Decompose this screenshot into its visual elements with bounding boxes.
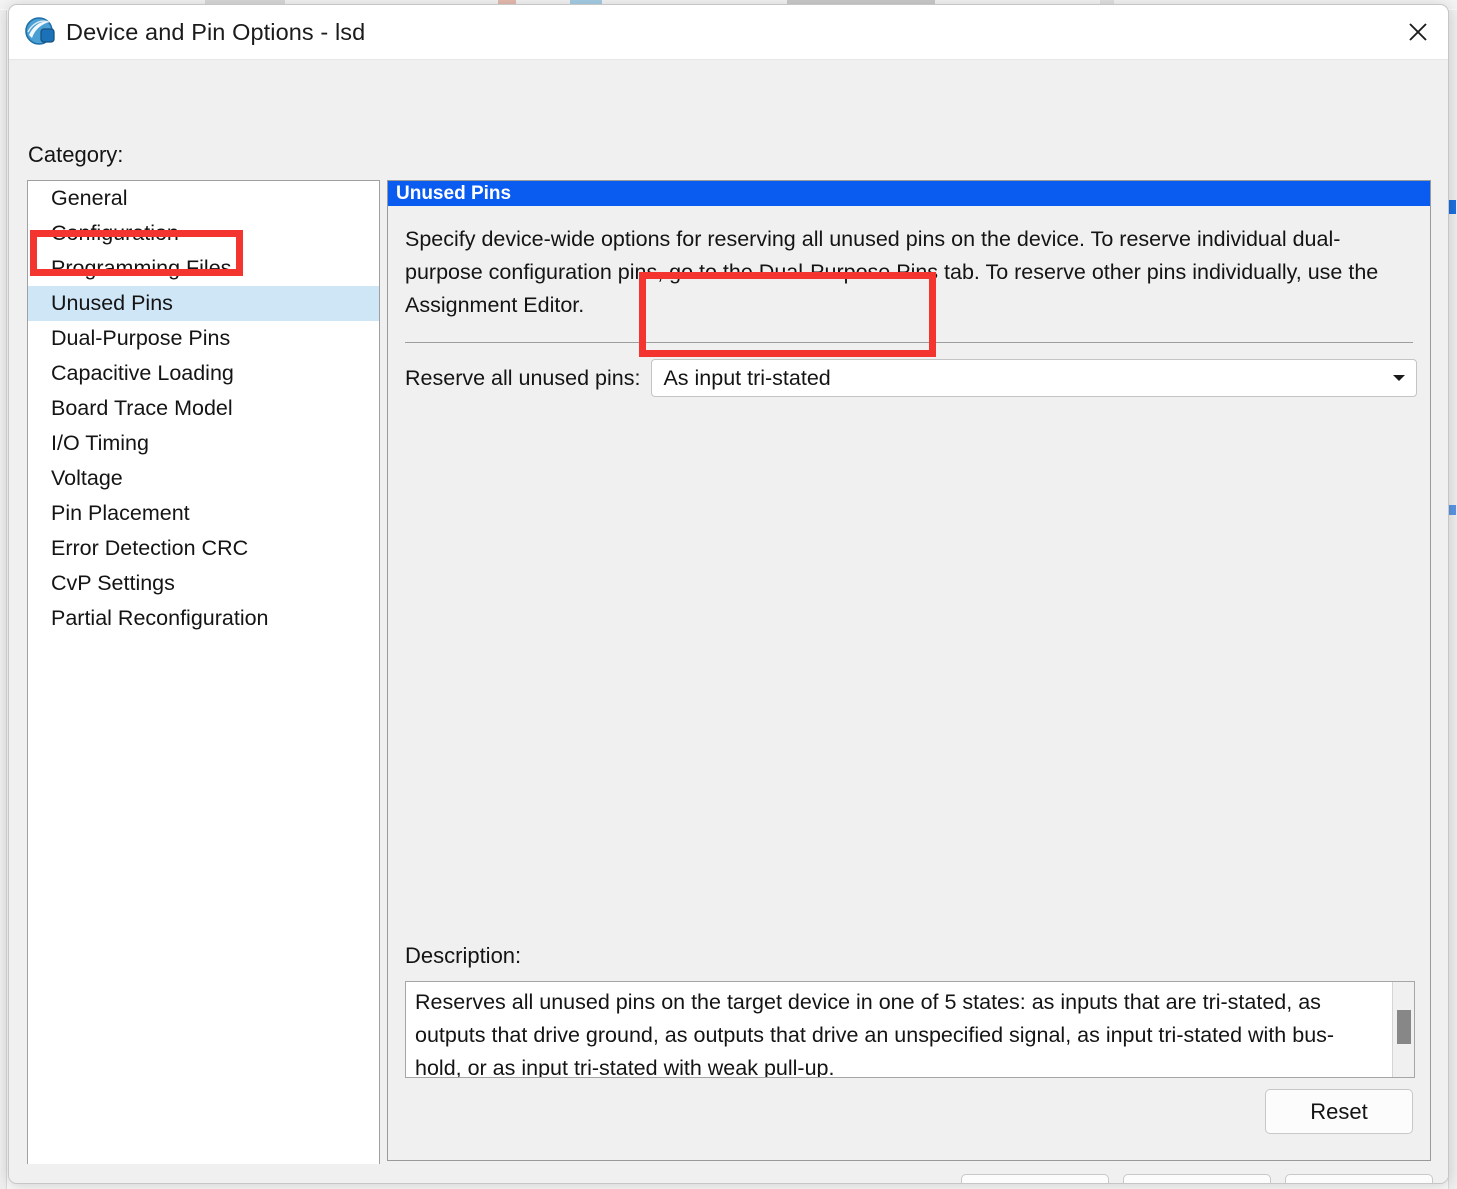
reserve-unused-pins-value: As input tri-stated: [663, 365, 831, 390]
description-scrollbar-thumb[interactable]: [1397, 1010, 1411, 1044]
close-icon[interactable]: [1388, 5, 1448, 59]
category-item-board-trace-model[interactable]: Board Trace Model: [28, 391, 379, 426]
background-left-rail: [0, 10, 7, 1189]
description-scrollbar[interactable]: [1392, 982, 1414, 1077]
dialog-footer: OK Cancel Help: [9, 1164, 1448, 1183]
category-item-capacitive-loading[interactable]: Capacitive Loading: [28, 356, 379, 391]
reset-button[interactable]: Reset: [1265, 1089, 1413, 1134]
reserve-unused-pins-row: Reserve all unused pins: As input tri-st…: [405, 357, 1417, 399]
category-item-cvp-settings[interactable]: CvP Settings: [28, 566, 379, 601]
help-button[interactable]: Help: [1285, 1174, 1433, 1183]
title-bar: Device and Pin Options - lsd: [9, 5, 1448, 60]
device-and-pin-options-dialog: Device and Pin Options - lsd Category: G…: [8, 4, 1449, 1184]
description-label: Description:: [405, 943, 522, 968]
background-right-rail: [1448, 10, 1457, 1189]
category-label: Category:: [28, 142, 124, 167]
cancel-button[interactable]: Cancel: [1123, 1174, 1271, 1183]
reserve-unused-pins-label: Reserve all unused pins:: [405, 365, 641, 390]
dialog-body: Category: General Configuration Programm…: [9, 60, 1448, 1183]
panel-header-title: Unused Pins: [388, 181, 1430, 206]
category-item-error-detection-crc[interactable]: Error Detection CRC: [28, 531, 379, 566]
background-accent-mark-1: [1448, 200, 1456, 214]
category-listbox[interactable]: General Configuration Programming Files …: [27, 180, 380, 1183]
globe-icon: [25, 17, 55, 45]
category-item-configuration[interactable]: Configuration: [28, 216, 379, 251]
panel-separator: [405, 342, 1413, 343]
category-item-partial-reconfiguration[interactable]: Partial Reconfiguration: [28, 601, 379, 636]
category-item-voltage[interactable]: Voltage: [28, 461, 379, 496]
category-item-dual-purpose-pins[interactable]: Dual-Purpose Pins: [28, 321, 379, 356]
category-item-pin-placement[interactable]: Pin Placement: [28, 496, 379, 531]
unused-pins-panel: Unused Pins Specify device-wide options …: [387, 180, 1431, 1161]
window-title: Device and Pin Options - lsd: [66, 18, 366, 45]
panel-intro-text: Specify device-wide options for reservin…: [405, 227, 1379, 317]
background-accent-mark-2: [1448, 505, 1456, 515]
reserve-unused-pins-select[interactable]: As input tri-stated: [651, 359, 1417, 397]
category-item-io-timing[interactable]: I/O Timing: [28, 426, 379, 461]
description-text: Reserves all unused pins on the target d…: [415, 990, 1335, 1078]
category-item-programming-files[interactable]: Programming Files: [28, 251, 379, 286]
ok-button[interactable]: OK: [961, 1174, 1109, 1183]
category-item-general[interactable]: General: [28, 181, 379, 216]
category-item-unused-pins[interactable]: Unused Pins: [28, 286, 379, 321]
description-textbox[interactable]: Reserves all unused pins on the target d…: [405, 981, 1415, 1078]
chevron-down-icon: [1393, 375, 1405, 381]
close-x-glyph: [1409, 23, 1427, 41]
